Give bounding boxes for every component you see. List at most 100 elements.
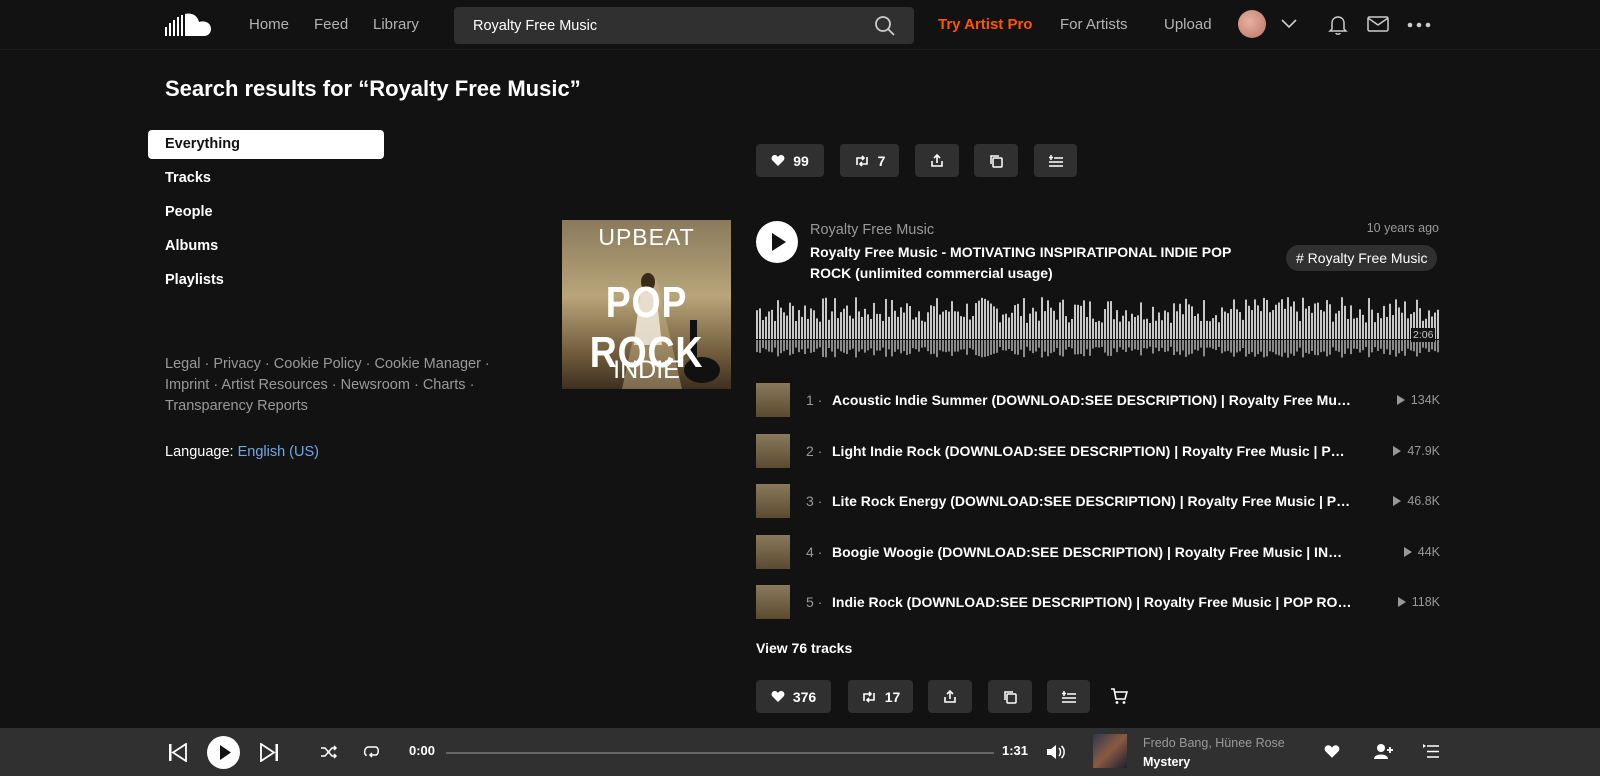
artwork-line-1: UPBEAT — [598, 224, 695, 250]
plays-icon — [1403, 546, 1412, 557]
genre-tag[interactable]: # Royalty Free Music — [1286, 245, 1438, 271]
more-icon[interactable] — [1407, 22, 1431, 28]
nav-library[interactable]: Library — [373, 16, 419, 33]
play-icon — [772, 233, 786, 251]
nav-feed[interactable]: Feed — [314, 16, 348, 33]
upload-link[interactable]: Upload — [1164, 16, 1212, 33]
filter-albums[interactable]: Albums — [148, 232, 384, 261]
play-icon — [220, 745, 231, 760]
progress-bar[interactable] — [446, 752, 994, 754]
search-input[interactable] — [454, 7, 854, 44]
soundcloud-logo-icon[interactable] — [165, 12, 215, 38]
track-number: 4 · — [806, 543, 823, 560]
buy-cart-icon[interactable] — [1110, 687, 1128, 705]
add-to-playlist-button[interactable] — [1047, 680, 1090, 713]
like-count: 99 — [793, 152, 809, 169]
track-number: 5 · — [806, 594, 823, 610]
avatar[interactable] — [1238, 10, 1266, 38]
track-number: 3 · — [806, 493, 823, 509]
waveform[interactable] — [756, 295, 1440, 360]
copy-link-button[interactable] — [988, 680, 1032, 713]
track-row[interactable]: 3 · Lite Rock Energy (DOWNLOAD:SEE DESCR… — [756, 484, 1440, 535]
footer-links[interactable]: Legal · Privacy · Cookie Policy · Cookie… — [165, 354, 495, 417]
track-title[interactable]: Indie Rock (DOWNLOAD:SEE DESCRIPTION) | … — [832, 594, 1352, 610]
play-count-value: 47.9K — [1407, 443, 1440, 458]
track-thumbnail — [756, 433, 790, 468]
player-play-button[interactable] — [207, 736, 240, 769]
mail-icon[interactable] — [1367, 16, 1389, 32]
track-row[interactable]: 1 · Acoustic Indie Summer (DOWNLOAD:SEE … — [756, 383, 1440, 434]
play-button[interactable] — [756, 221, 798, 263]
play-count: 44K — [1403, 544, 1440, 559]
track-row[interactable]: 5 · Indie Rock (DOWNLOAD:SEE DESCRIPTION… — [756, 585, 1440, 636]
now-playing-title[interactable]: Mystery — [1143, 755, 1190, 769]
artwork-line-3: INDIE — [613, 356, 680, 384]
view-all-tracks-link[interactable]: View 76 tracks — [756, 640, 852, 656]
chevron-down-icon[interactable] — [1280, 18, 1298, 30]
result-title[interactable]: Royalty Free Music - MOTIVATING INSPIRAT… — [810, 242, 1250, 284]
top-bar: Home Feed Library Try Artist Pro For Art… — [0, 0, 1600, 50]
track-list: 1 · Acoustic Indie Summer (DOWNLOAD:SEE … — [756, 383, 1440, 636]
for-artists-link[interactable]: For Artists — [1060, 16, 1128, 33]
repeat-icon[interactable] — [363, 744, 380, 759]
skip-forward-icon[interactable] — [260, 743, 279, 762]
like-button[interactable]: 376 — [756, 680, 831, 713]
track-number: 1 · — [806, 392, 823, 408]
search-icon[interactable] — [874, 15, 896, 37]
plays-icon — [1396, 395, 1405, 405]
track-row[interactable]: 2 · Light Indie Rock (DOWNLOAD:SEE DESCR… — [756, 433, 1440, 485]
share-icon — [931, 153, 943, 167]
repost-count: 17 — [884, 688, 901, 705]
track-title[interactable]: Boogie Woogie (DOWNLOAD:SEE DESCRIPTION)… — [832, 544, 1352, 560]
copy-icon — [990, 154, 1003, 168]
result-artist[interactable]: Royalty Free Music — [810, 222, 934, 238]
repost-icon — [855, 154, 868, 167]
copy-link-button[interactable] — [974, 144, 1018, 177]
skip-back-icon[interactable] — [168, 743, 187, 762]
volume-icon[interactable] — [1046, 743, 1066, 761]
repost-button[interactable]: 7 — [840, 144, 899, 177]
language-link[interactable]: English (US) — [238, 444, 319, 460]
follow-user-icon[interactable] — [1374, 743, 1393, 760]
filter-people[interactable]: People — [148, 198, 384, 227]
repost-count: 7 — [877, 152, 886, 169]
filter-playlists[interactable]: Playlists — [148, 266, 384, 295]
queue-icon[interactable] — [1423, 744, 1440, 759]
page-title: Search results for “Royalty Free Music” — [165, 76, 581, 101]
now-playing-artist[interactable]: Fredo Bang, Hünee Rose — [1143, 736, 1285, 750]
add-to-playlist-icon — [1061, 690, 1076, 703]
play-count-value: 44K — [1417, 544, 1440, 559]
like-button[interactable]: 99 — [756, 144, 824, 177]
playlist-artwork[interactable]: UPBEAT POP ROCK INDIE — [562, 220, 731, 389]
play-count-value: 46.8K — [1407, 494, 1440, 508]
track-title[interactable]: Acoustic Indie Summer (DOWNLOAD:SEE DESC… — [832, 392, 1352, 408]
bell-icon[interactable] — [1328, 14, 1348, 36]
play-count: 118K — [1397, 595, 1440, 609]
player-bar: 0:00 1:31 Fredo Bang, Hünee Rose Mystery — [0, 728, 1600, 776]
heart-icon — [771, 155, 785, 166]
track-number: 2 · — [806, 442, 823, 459]
repost-icon — [862, 690, 875, 703]
shuffle-icon[interactable] — [320, 745, 338, 759]
track-title[interactable]: Light Indie Rock (DOWNLOAD:SEE DESCRIPTI… — [832, 443, 1352, 459]
heart-icon[interactable] — [1324, 744, 1340, 759]
share-button[interactable] — [915, 144, 959, 177]
now-playing-artwork[interactable] — [1093, 734, 1127, 768]
track-thumbnail — [756, 383, 790, 417]
nav-home[interactable]: Home — [249, 16, 289, 33]
filter-everything[interactable]: Everything — [148, 130, 384, 159]
language-selector: Language: English (US) — [165, 444, 319, 460]
play-count-value: 118K — [1411, 595, 1440, 609]
repost-button[interactable]: 17 — [848, 680, 913, 713]
add-to-playlist-button[interactable] — [1034, 144, 1077, 177]
share-button[interactable] — [928, 680, 972, 713]
track-row[interactable]: 4 · Boogie Woogie (DOWNLOAD:SEE DESCRIPT… — [756, 534, 1440, 586]
filter-list: Everything Tracks People Albums Playlist… — [148, 130, 384, 300]
track-title[interactable]: Lite Rock Energy (DOWNLOAD:SEE DESCRIPTI… — [832, 493, 1352, 509]
play-count: 47.9K — [1393, 444, 1440, 458]
heart-icon — [771, 691, 785, 702]
track-thumbnail — [756, 534, 790, 569]
filter-tracks[interactable]: Tracks — [148, 164, 384, 193]
try-artist-pro-link[interactable]: Try Artist Pro — [938, 16, 1032, 33]
total-time: 1:31 — [1002, 743, 1029, 758]
